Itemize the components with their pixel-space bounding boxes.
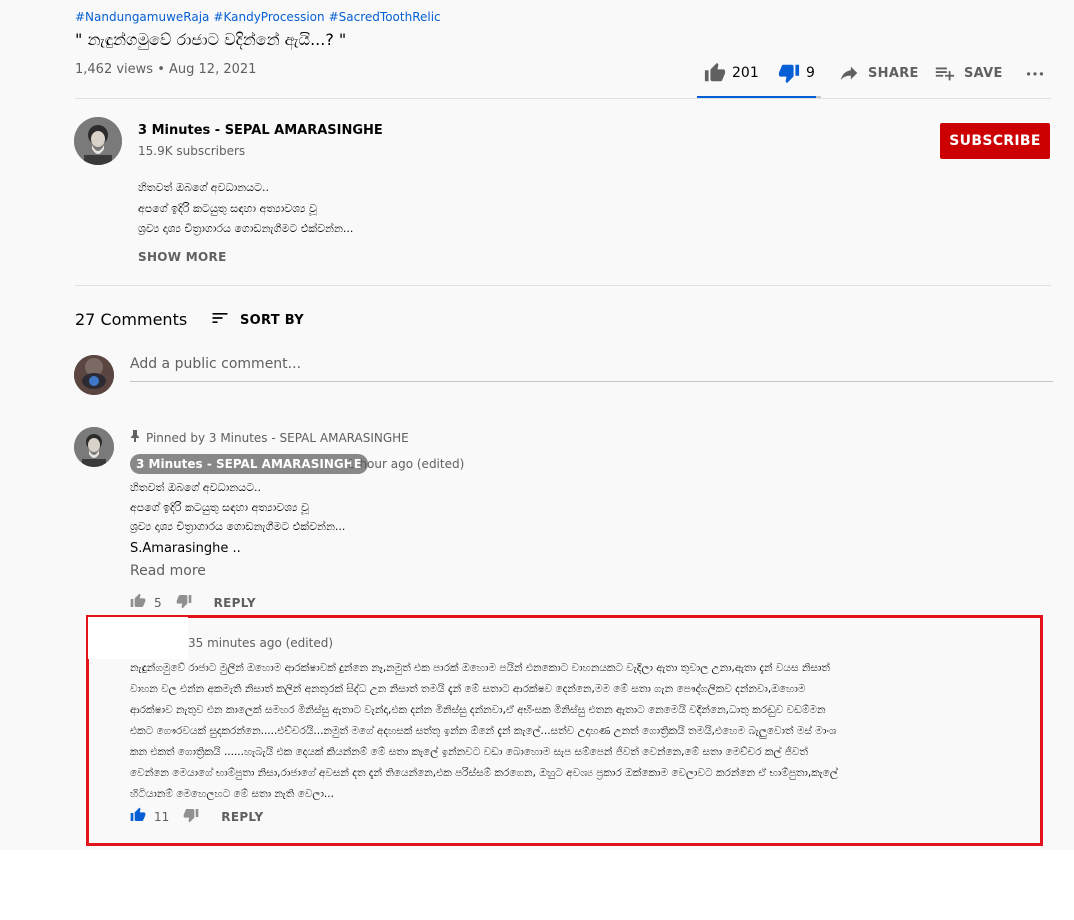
show-more-button[interactable]: SHOW MORE xyxy=(138,250,227,264)
sort-by-button[interactable]: SORT BY xyxy=(210,308,304,332)
add-comment-input[interactable]: Add a public comment... xyxy=(130,356,1053,382)
video-actions: 201 9 SHARE SAVE xyxy=(700,58,1060,88)
hashtag-link[interactable]: #NandungamuweRaja xyxy=(75,10,209,24)
comment-text-line: හිතවත් ඔබගේ අවධානයට.. xyxy=(130,481,261,494)
read-more-link[interactable]: Read more xyxy=(130,563,206,579)
comment-dislike-icon[interactable] xyxy=(183,807,199,826)
more-actions-icon[interactable] xyxy=(1024,62,1046,84)
like-button[interactable]: 201 xyxy=(704,62,759,84)
comment-like-count: 11 xyxy=(154,809,170,824)
comment-like-icon[interactable] xyxy=(130,593,146,612)
comment-text-line: එකට ගෞරවයක් සුදකරන්නෙ.....එච්චරයි...නමුත… xyxy=(130,725,837,737)
comment-text-line: ආරක්ෂාව නැතුව එන කාලෙක් සමහර මිනිස්සු ඇත… xyxy=(130,704,826,716)
comment-like-count: 5 xyxy=(154,595,162,610)
save-button[interactable]: SAVE xyxy=(934,62,1003,84)
comment-timestamp[interactable]: 35 minutes ago (edited) xyxy=(188,636,333,650)
dislike-button[interactable]: 9 xyxy=(778,62,815,84)
dislike-count: 9 xyxy=(806,65,815,81)
comment-toolbar: 5 REPLY xyxy=(130,593,256,612)
description-divider xyxy=(75,285,1051,286)
subscribe-button[interactable]: SUBSCRIBE xyxy=(940,123,1050,159)
share-icon xyxy=(838,62,860,84)
like-count: 201 xyxy=(732,65,759,81)
share-button[interactable]: SHARE xyxy=(838,62,919,84)
hashtag-link[interactable]: #SacredToothRelic xyxy=(329,10,441,24)
reply-button[interactable]: REPLY xyxy=(214,596,256,610)
header-divider xyxy=(75,98,1051,99)
comment-timestamp[interactable]: 1 hour ago (edited) xyxy=(348,457,464,471)
comment-text-line: ශ්‍රව්‍ය දෘශ්‍ය චිත්‍රාගාරය ගොඩනැගීමට එක… xyxy=(130,520,346,533)
comment-text-line: අපගේ ඉදිරි කටයුතු සඳහා අත්‍යාවශ්‍ය වූ xyxy=(130,501,309,514)
comment-text-line: කන එකත් ගොත්‍රිකයි ......හැබැයි එක දෙයක්… xyxy=(130,746,808,758)
pinned-indicator: Pinned by 3 Minutes - SEPAL AMARASINGHE xyxy=(130,430,409,445)
comment-like-icon[interactable] xyxy=(130,807,146,826)
description-line: ශ්‍රව්‍ය දෘශ්‍ය චිත්‍රාගාරය ගොඩනැගීමට එක… xyxy=(138,222,354,235)
hashtag-link[interactable]: #KandyProcession xyxy=(213,10,324,24)
comment-author-badge[interactable]: 3 Minutes - SEPAL AMARASINGHE xyxy=(130,454,368,474)
sentiment-fill xyxy=(697,96,816,98)
share-label: SHARE xyxy=(868,65,919,81)
thumbs-down-icon xyxy=(778,62,800,84)
hashtags: #NandungamuweRaja #KandyProcession #Sacred… xyxy=(75,10,445,24)
pinned-label: Pinned by 3 Minutes - SEPAL AMARASINGHE xyxy=(146,430,409,445)
comments-count: 27 Comments xyxy=(75,310,188,329)
save-label: SAVE xyxy=(964,65,1003,81)
comment-dislike-icon[interactable] xyxy=(176,593,192,612)
comment-author-avatar[interactable] xyxy=(74,427,114,467)
comment-text-line: වාහන වල එන්න අකමැති නිසාත් කලින් අනතුරක්… xyxy=(130,683,806,695)
description-line: හිතවත් ඔබගේ අවධානයට.. xyxy=(138,181,269,194)
channel-name[interactable]: 3 Minutes - SEPAL AMARASINGHE xyxy=(138,123,383,138)
user-avatar xyxy=(74,355,114,395)
redacted-bottom-area xyxy=(0,850,1074,920)
playlist-add-icon xyxy=(934,62,956,84)
sort-icon xyxy=(210,308,230,332)
pin-icon xyxy=(130,430,140,445)
comment-body: නැඳුන්ගමුවේ රාජාට මුලින් ඔහොම ආරක්ෂාවක් … xyxy=(130,658,1020,805)
channel-avatar[interactable] xyxy=(74,117,122,165)
redacted-author-area xyxy=(88,617,188,659)
description-line: අපගේ ඉදිරි කටයුතු සඳහා අත්‍යාවශ්‍ය වූ xyxy=(138,202,317,215)
thumbs-up-icon xyxy=(704,62,726,84)
meta-separator: • xyxy=(157,62,165,77)
comment-text-line: වෙන්නෙ මෙයාගේ භාම්පුතා නිසා,රාජාගේ අවසන්… xyxy=(130,767,838,779)
video-meta: 1,462 views • Aug 12, 2021 xyxy=(75,62,256,77)
video-title: " නැඳුන්ගමුවේ රාජාට වදින්නේ ඇයි...? " xyxy=(75,30,347,49)
comment-toolbar: 11 REPLY xyxy=(130,807,263,826)
reply-button[interactable]: REPLY xyxy=(221,810,263,824)
sort-by-label: SORT BY xyxy=(240,312,304,328)
subscriber-count: 15.9K subscribers xyxy=(138,144,246,158)
comment-text-line: නැඳුන්ගමුවේ රාජාට මුලින් ඔහොම ආරක්ෂාවක් … xyxy=(130,662,830,674)
comment-signature: S.Amarasinghe .. xyxy=(130,541,241,556)
sentiment-bar xyxy=(697,96,821,98)
upload-date: Aug 12, 2021 xyxy=(169,62,257,77)
view-count: 1,462 views xyxy=(75,62,154,77)
comment-text-line: හිටියානම් මෙහෙලහට මේ සතා නැති වෙලා... xyxy=(130,788,334,800)
